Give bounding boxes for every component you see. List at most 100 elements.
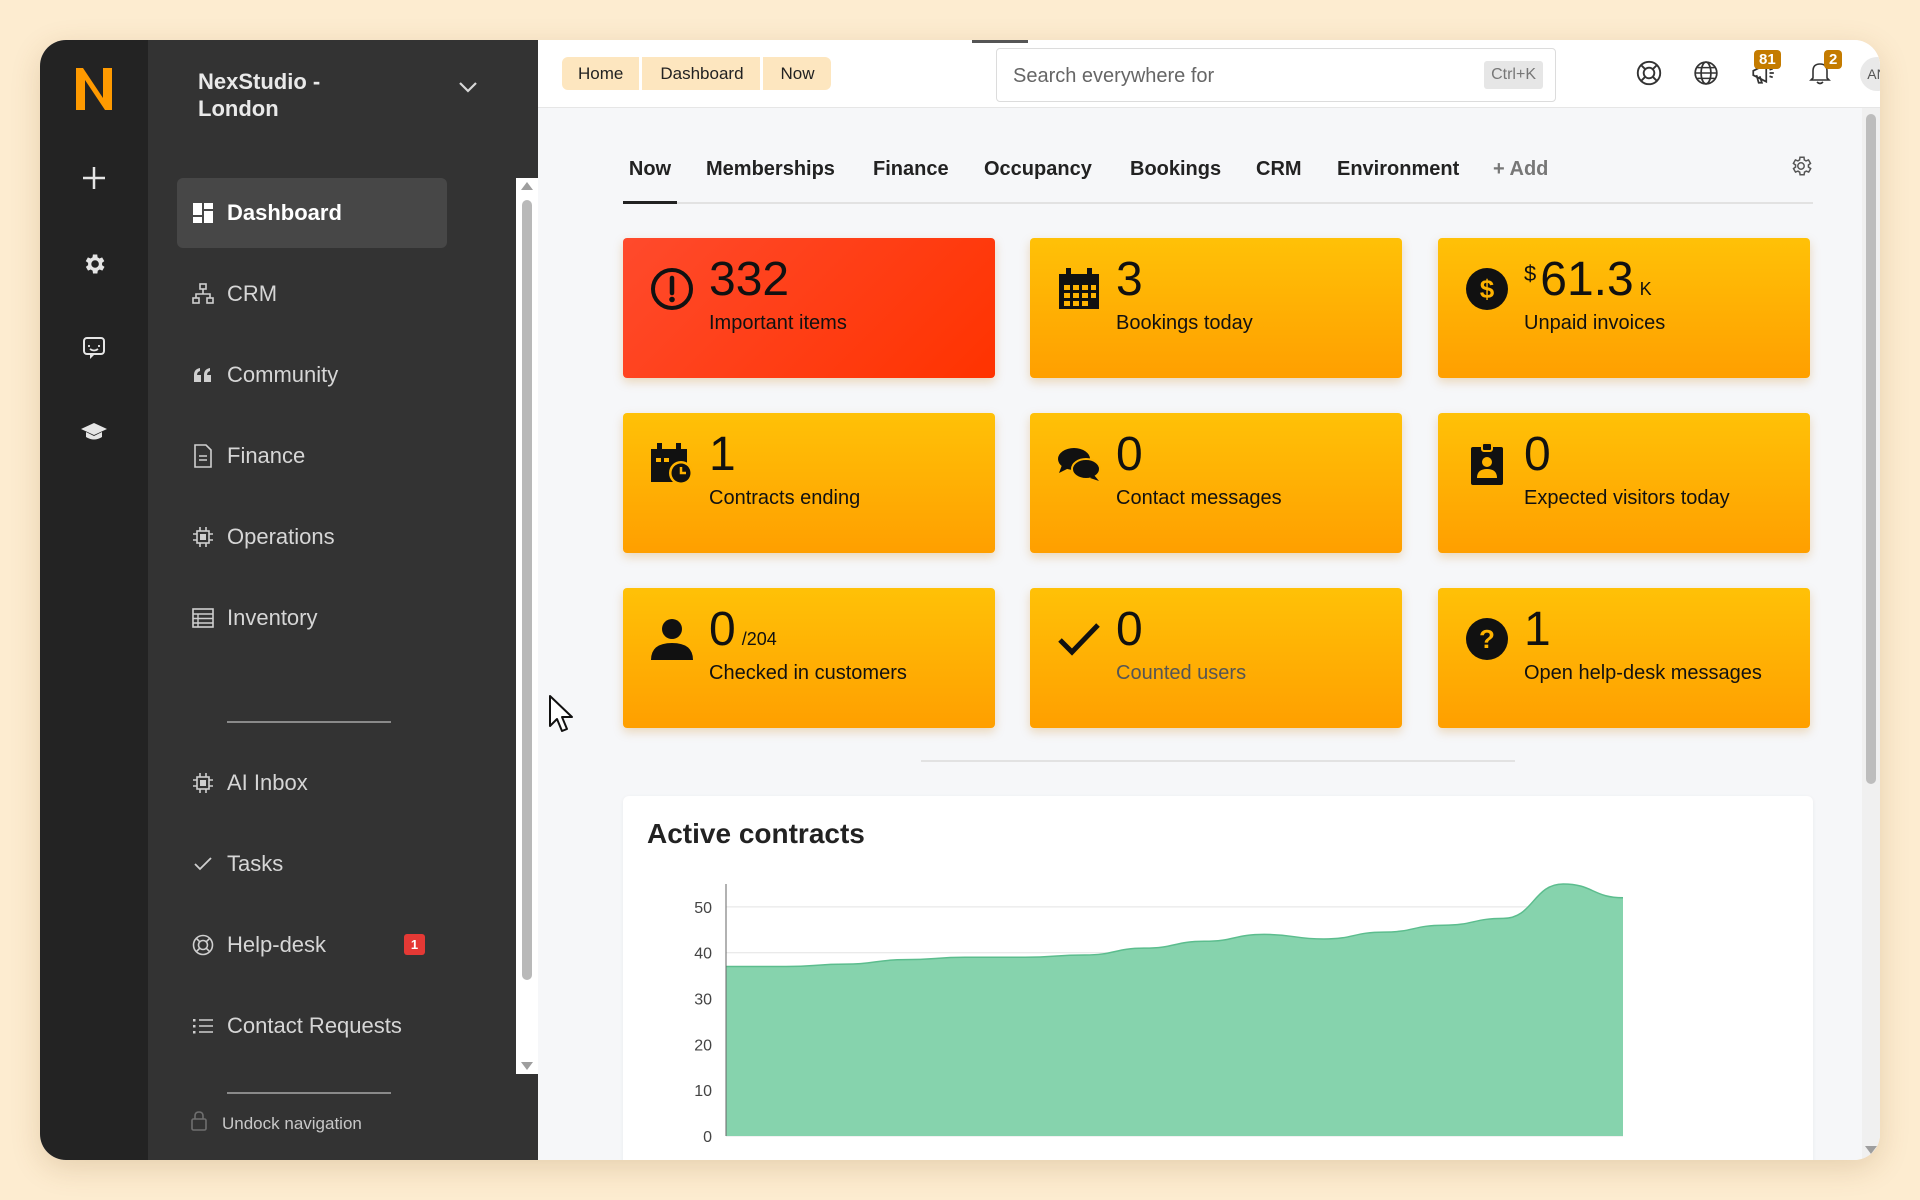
globe-icon[interactable]	[1689, 56, 1723, 90]
card-label: Bookings today	[1116, 312, 1253, 334]
card-value: 1	[709, 428, 736, 481]
y-tick-label: 50	[694, 900, 712, 917]
sidebar-item-ai-inbox[interactable]: AI Inbox	[177, 748, 447, 818]
sidebar-item-label: Operations	[227, 524, 335, 549]
sidebar-item-help-desk[interactable]: Help-desk 1	[177, 910, 447, 980]
chevron-down-icon	[458, 80, 478, 98]
breadcrumb-now[interactable]: Now	[762, 57, 831, 90]
top-bar: Home Dashboard Now Search everywhere for…	[538, 40, 1880, 108]
table-icon	[191, 606, 215, 630]
sidebar-item-finance[interactable]: Finance	[177, 421, 447, 491]
content-scrollbar[interactable]	[1862, 108, 1880, 1160]
breadcrumb: Home Dashboard Now	[562, 57, 834, 90]
y-tick-label: 20	[694, 1037, 712, 1054]
card-label: Checked in customers	[709, 662, 907, 684]
active-contracts-panel: Active contracts 0 10 20 30 40 50	[623, 796, 1813, 1160]
card-label: Expected visitors today	[1524, 487, 1730, 509]
gear-icon[interactable]	[74, 244, 114, 284]
graduation-cap-icon[interactable]	[74, 412, 114, 452]
sidebar-divider	[227, 1092, 391, 1094]
sidebar-item-dashboard[interactable]: Dashboard	[177, 178, 447, 248]
sidebar-item-inventory[interactable]: Inventory	[177, 583, 447, 653]
sidebar-item-label: Dashboard	[227, 200, 342, 225]
dashboard-tabs: Now Memberships Finance Occupancy Bookin…	[623, 156, 1813, 204]
quote-icon	[191, 363, 215, 387]
checkmark-icon	[1056, 616, 1102, 662]
tab-environment[interactable]: Environment	[1337, 158, 1459, 204]
breadcrumb-dashboard[interactable]: Dashboard	[642, 57, 760, 90]
card-label: Contracts ending	[709, 487, 861, 509]
workspace-switcher[interactable]: NexStudio - London	[198, 68, 478, 122]
y-tick-label: 40	[694, 946, 712, 963]
sidebar-item-label: Finance	[227, 443, 306, 468]
sidebar-item-label: Inventory	[227, 605, 318, 630]
dashboard-icon	[191, 201, 215, 225]
tab-occupancy[interactable]: Occupancy	[984, 158, 1092, 204]
svg-text:?: ?	[1479, 624, 1495, 654]
badge-person-icon	[1464, 441, 1510, 487]
drag-handle[interactable]	[972, 40, 1028, 43]
card-counted-users[interactable]: 0 Counted users	[1030, 588, 1402, 728]
value-suffix: K	[1639, 279, 1652, 299]
workspace-name: NexStudio - London	[198, 69, 321, 121]
card-label: Unpaid invoices	[1524, 312, 1666, 334]
megaphone-badge: 81	[1754, 50, 1781, 69]
lifebuoy-icon[interactable]	[1632, 56, 1666, 90]
list-icon	[191, 1014, 215, 1038]
sidebar-item-community[interactable]: Community	[177, 340, 447, 410]
calendar-icon	[1056, 266, 1102, 312]
check-icon	[191, 852, 215, 876]
person-icon	[649, 616, 695, 662]
scroll-up-arrow-icon[interactable]	[521, 182, 533, 190]
plus-icon[interactable]	[74, 158, 114, 198]
sidebar-scrollbar[interactable]	[516, 178, 538, 1074]
chip-icon	[191, 771, 215, 795]
avatar[interactable]: AN	[1860, 57, 1880, 91]
sidebar-item-tasks[interactable]: Tasks	[177, 829, 447, 899]
card-open-help-desk[interactable]: ? 1 Open help-desk messages	[1438, 588, 1810, 728]
card-contact-messages[interactable]: 0 Contact messages	[1030, 413, 1402, 553]
feedback-chat-icon[interactable]	[74, 328, 114, 368]
search-placeholder: Search everywhere for	[1013, 65, 1215, 87]
tab-crm[interactable]: CRM	[1256, 158, 1302, 204]
breadcrumb-home[interactable]: Home	[562, 57, 640, 90]
app-logo[interactable]	[72, 64, 116, 114]
tab-memberships[interactable]: Memberships	[706, 158, 835, 204]
tab-add[interactable]: + Add	[1493, 158, 1548, 204]
tab-now[interactable]: Now	[623, 158, 677, 204]
card-contracts-ending[interactable]: 1 Contracts ending	[623, 413, 995, 553]
help-desk-badge: 1	[404, 934, 425, 955]
sidebar-item-label: Community	[227, 362, 339, 387]
tab-finance[interactable]: Finance	[873, 158, 949, 204]
card-value: 3	[1116, 253, 1143, 306]
series-area[interactable]	[726, 884, 1623, 1136]
panel-title: Active contracts	[647, 818, 865, 849]
card-checked-in-customers[interactable]: 0/204 Checked in customers	[623, 588, 995, 728]
card-important-items[interactable]: 332 Important items	[623, 238, 995, 378]
undock-navigation-button[interactable]: Undock navigation	[190, 1110, 362, 1137]
card-unpaid-invoices[interactable]: $ $61.3 K Unpaid invoices	[1438, 238, 1810, 378]
currency-prefix: $	[1524, 261, 1537, 286]
card-label: Contact messages	[1116, 487, 1282, 509]
sidebar-scroll-thumb[interactable]	[522, 200, 532, 980]
search-shortcut: Ctrl+K	[1484, 61, 1543, 89]
sidebar-item-contact-requests[interactable]: Contact Requests	[177, 991, 447, 1061]
tab-bookings[interactable]: Bookings	[1130, 158, 1221, 204]
card-expected-visitors[interactable]: 0 Expected visitors today	[1438, 413, 1810, 553]
card-value: $61.3 K	[1524, 253, 1652, 306]
sidebar-item-crm[interactable]: CRM	[177, 259, 447, 329]
bell-badge: 2	[1824, 50, 1843, 69]
y-tick-label: 30	[694, 992, 712, 1009]
scroll-down-arrow-icon[interactable]	[1865, 1146, 1877, 1154]
app-window: NexStudio - London Dashboard CRM Communi…	[40, 40, 1880, 1160]
sidebar-item-operations[interactable]: Operations	[177, 502, 447, 572]
sidebar-item-label: AI Inbox	[227, 770, 308, 795]
section-divider	[921, 760, 1515, 762]
alert-circle-icon	[649, 266, 695, 312]
sitemap-icon	[191, 282, 215, 306]
scroll-down-arrow-icon[interactable]	[521, 1062, 533, 1070]
content-scroll-thumb[interactable]	[1866, 114, 1876, 784]
gear-icon[interactable]	[1789, 154, 1813, 183]
card-bookings-today[interactable]: 3 Bookings today	[1030, 238, 1402, 378]
search-input[interactable]: Search everywhere for Ctrl+K	[996, 48, 1556, 102]
